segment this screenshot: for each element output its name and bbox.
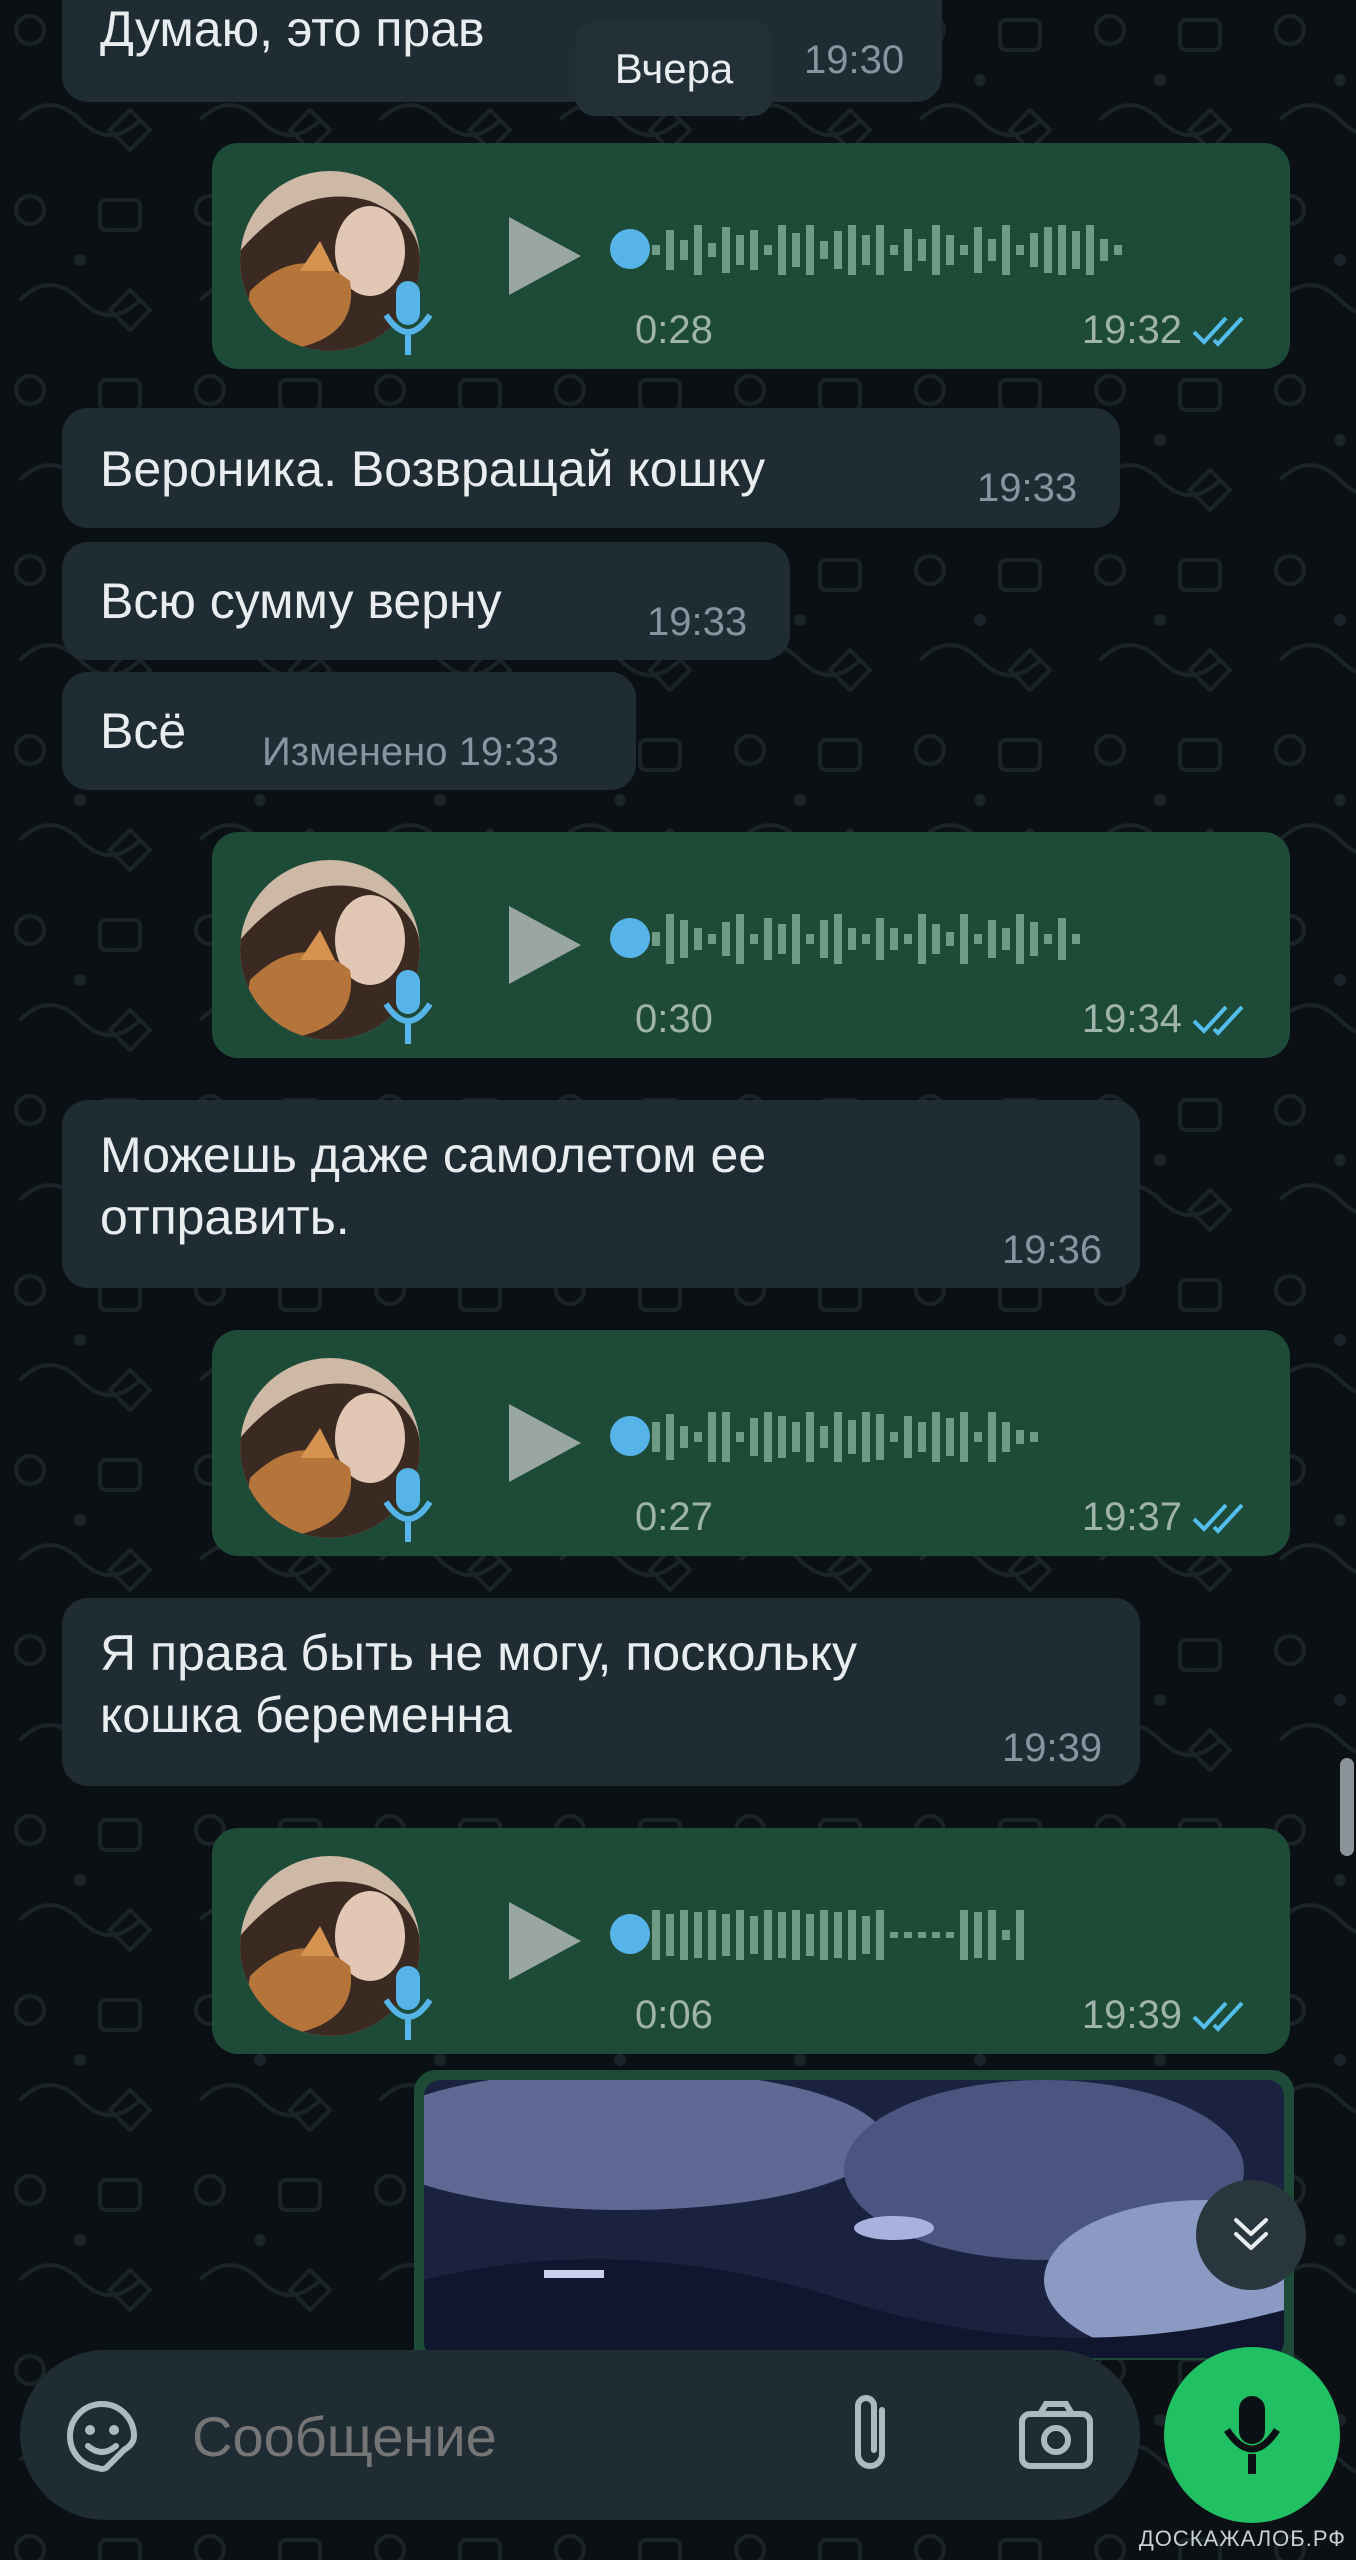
playback-position-indicator[interactable]	[610, 918, 650, 958]
message-time-status: 19:37	[1082, 1495, 1248, 1540]
message-time: 19:33	[977, 466, 1078, 510]
play-icon[interactable]	[497, 1896, 587, 1986]
message-input[interactable]	[190, 2390, 834, 2482]
play-icon[interactable]	[497, 900, 587, 990]
image-message[interactable]	[414, 2070, 1294, 2360]
voice-message[interactable]: 0:28 19:32	[212, 143, 1290, 369]
edited-label: Изменено	[262, 730, 448, 774]
record-voice-button[interactable]	[1164, 2347, 1340, 2523]
voice-duration: 0:28	[635, 308, 713, 352]
message-time-status: 19:32	[1082, 308, 1248, 353]
message-time: 19:33	[647, 600, 748, 644]
message-time: 19:37	[1081, 1495, 1182, 1539]
message-text: Вероника. Возвращай кошку	[100, 441, 766, 497]
double-chevron-down-icon	[1234, 2218, 1268, 2250]
microphone-icon	[1224, 2396, 1280, 2474]
camera-icon[interactable]	[1016, 2398, 1096, 2474]
message-text: Я права быть не могу, поскольку кошка бе…	[100, 1625, 858, 1743]
scrollbar[interactable]	[1340, 1758, 1354, 1856]
message-bubble-incoming[interactable]: Всю сумму верну 19:33	[62, 542, 790, 660]
photo-thumbnail	[424, 2080, 1284, 2358]
message-text: Всю сумму верну	[100, 573, 502, 629]
message-text: Можешь даже самолетом ее отправить.	[100, 1127, 767, 1245]
double-check-icon	[1192, 316, 1244, 347]
message-composer	[20, 2350, 1140, 2520]
message-time: 19:36	[1002, 1228, 1103, 1272]
message-time-status: 19:34	[1082, 997, 1248, 1042]
voice-message[interactable]: 0:27 19:37	[212, 1330, 1290, 1556]
message-time: 19:32	[1081, 308, 1182, 352]
scroll-to-bottom-button[interactable]	[1196, 2180, 1306, 2290]
voice-message[interactable]: 0:30 19:34	[212, 832, 1290, 1058]
waveform	[652, 914, 1080, 964]
paperclip-icon[interactable]	[844, 2390, 904, 2480]
voice-message[interactable]: 0:06 19:39	[212, 1828, 1290, 2054]
voice-duration: 0:06	[635, 1993, 713, 2037]
message-time-status: 19:39	[1082, 1993, 1248, 2038]
sticker-icon[interactable]	[62, 2396, 142, 2476]
double-check-icon	[1192, 1005, 1244, 1036]
playback-position-indicator[interactable]	[610, 229, 650, 269]
message-bubble-incoming[interactable]: Думаю, это прав 19:30	[62, 0, 942, 102]
mic-icon	[383, 970, 433, 1044]
waveform	[652, 1412, 1038, 1462]
waveform	[652, 1910, 1024, 1960]
mic-icon	[383, 1966, 433, 2040]
message-time: 19:30	[804, 38, 905, 82]
message-bubble-incoming[interactable]: Всё Изменено 19:33	[62, 672, 636, 790]
message-time: 19:33	[458, 730, 559, 774]
play-icon[interactable]	[497, 1398, 587, 1488]
double-check-icon	[1192, 2001, 1244, 2032]
waveform	[652, 225, 1122, 275]
play-icon[interactable]	[497, 211, 587, 301]
watermark: ДОСКАЖАЛОБ.РФ	[1138, 2526, 1346, 2551]
message-time: 19:34	[1081, 997, 1182, 1041]
mic-icon	[383, 1468, 433, 1542]
playback-position-indicator[interactable]	[610, 1914, 650, 1954]
mic-icon	[383, 281, 433, 355]
playback-position-indicator[interactable]	[610, 1416, 650, 1456]
voice-duration: 0:27	[635, 1495, 713, 1539]
message-text: Думаю, это прав	[100, 1, 485, 57]
message-bubble-incoming[interactable]: Вероника. Возвращай кошку 19:33	[62, 408, 1120, 528]
date-separator: Вчера	[575, 22, 773, 116]
message-meta: Изменено 19:33	[262, 730, 559, 775]
message-time: 19:39	[1081, 1993, 1182, 2037]
message-time: 19:39	[1002, 1726, 1103, 1770]
double-check-icon	[1192, 1503, 1244, 1534]
message-bubble-incoming[interactable]: Я права быть не могу, поскольку кошка бе…	[62, 1598, 1140, 1786]
message-bubble-incoming[interactable]: Можешь даже самолетом ее отправить. 19:3…	[62, 1100, 1140, 1288]
voice-duration: 0:30	[635, 997, 713, 1041]
message-text: Всё	[100, 703, 187, 759]
